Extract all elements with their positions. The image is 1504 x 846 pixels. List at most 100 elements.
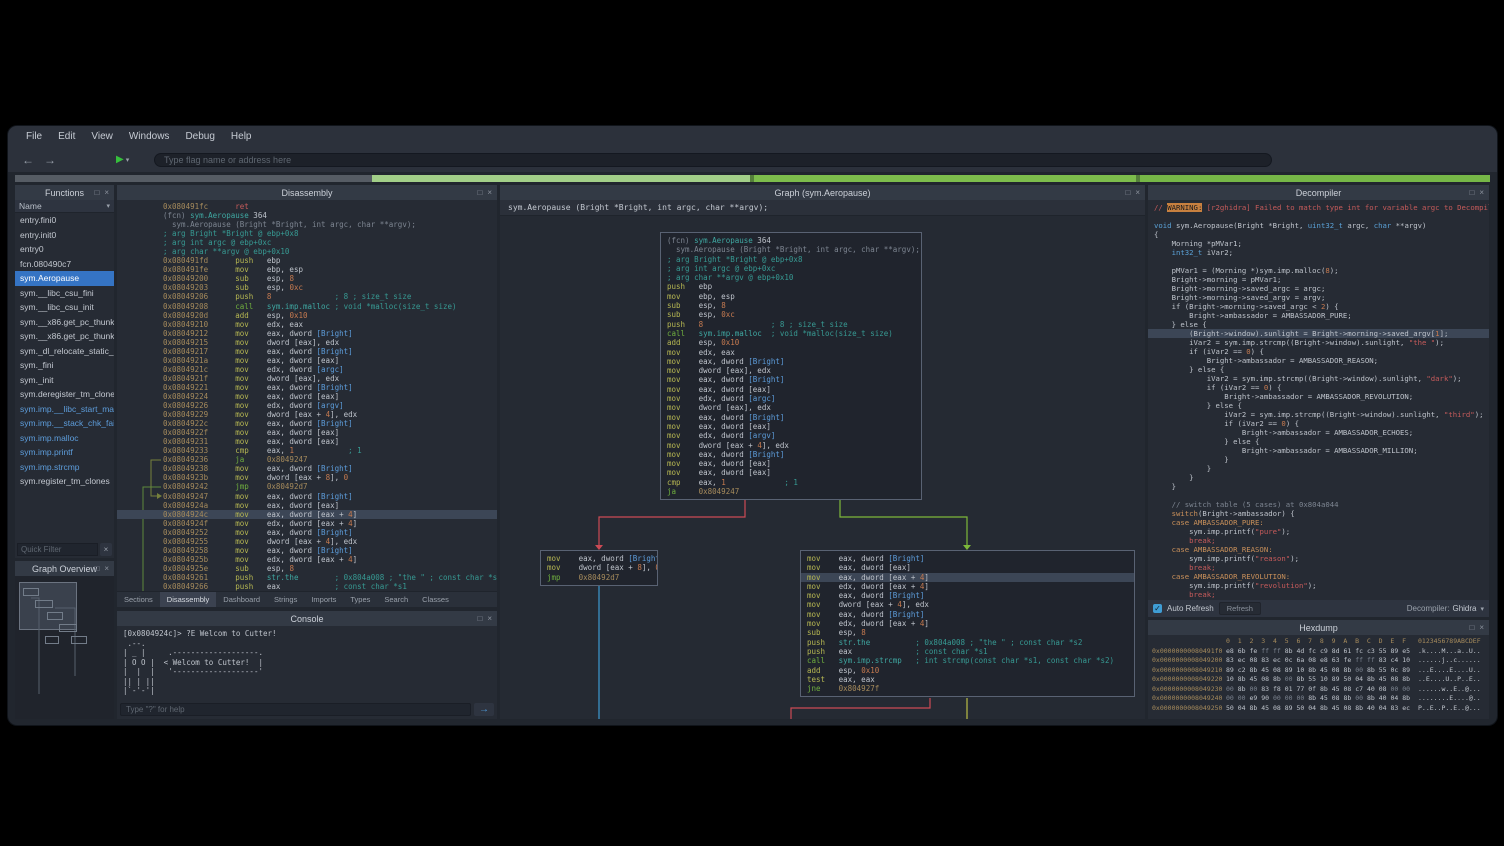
code-line[interactable]: 0x08049221 mov eax, dword [Bright]: [163, 383, 497, 392]
code-line[interactable]: int32_t iVar2;: [1154, 248, 1489, 257]
code-line[interactable]: [1154, 212, 1489, 221]
popout-icon[interactable]: □: [1125, 188, 1130, 197]
code-line[interactable]: {: [1154, 230, 1489, 239]
code-line[interactable]: mov edx, dword [eax + 4]: [807, 582, 1128, 591]
hex-row[interactable]: 0x000000000804924000 00 e9 90 00 00 00 8…: [1152, 694, 1485, 704]
code-line[interactable]: mov eax, dword [Bright]: [807, 610, 1128, 619]
code-line[interactable]: sub esp, 8: [667, 301, 915, 310]
close-icon[interactable]: ×: [1479, 188, 1484, 197]
code-line[interactable]: } else {: [1154, 437, 1489, 446]
code-line[interactable]: 0x0804921f mov dword [eax], edx: [163, 374, 497, 383]
code-line[interactable]: 0x08049258 mov eax, dword [Bright]: [163, 546, 497, 555]
code-line[interactable]: Bright->ambassador = AMBASSADOR_ECHOES;: [1154, 428, 1489, 437]
code-line[interactable]: } else {: [1154, 365, 1489, 374]
code-line[interactable]: Bright->ambassador = AMBASSADOR_PURE;: [1154, 311, 1489, 320]
code-line[interactable]: mov eax, dword [Bright]: [807, 591, 1128, 600]
code-line[interactable]: 0x08049208 call sym.imp.malloc ; void *m…: [163, 302, 497, 311]
code-line[interactable]: if (iVar2 == 0) {: [1154, 419, 1489, 428]
address-search-input[interactable]: [154, 153, 1272, 167]
tab-strings[interactable]: Strings: [267, 592, 304, 607]
hex-row[interactable]: 0x000000000804923000 8b 00 83 f8 01 77 0…: [1152, 685, 1485, 695]
function-item[interactable]: sym.imp.printf: [15, 445, 114, 460]
code-line[interactable]: // switch table (5 cases) at 0x804a044: [1154, 500, 1489, 509]
menu-file[interactable]: File: [18, 131, 50, 142]
code-line[interactable]: 0x08049236 ja 0x8049247: [163, 455, 497, 464]
code-line[interactable]: } else {: [1154, 320, 1489, 329]
code-line[interactable]: 0x08049210 mov edx, eax: [163, 320, 497, 329]
code-line[interactable]: } else {: [1154, 401, 1489, 410]
code-line[interactable]: mov eax, dword [eax]: [667, 385, 915, 394]
code-line[interactable]: 0x08049247 mov eax, dword [Bright]: [163, 492, 497, 501]
code-line[interactable]: if (iVar2 == 0) {: [1154, 383, 1489, 392]
code-line[interactable]: void sym.Aeropause(Bright *Bright, uint3…: [1154, 221, 1489, 230]
code-line[interactable]: 0x08049212 mov eax, dword [Bright]: [163, 329, 497, 338]
code-line[interactable]: mov dword [eax], edx: [667, 366, 915, 375]
code-line[interactable]: mov eax, dword [eax]: [667, 459, 915, 468]
code-line[interactable]: .--.: [123, 639, 491, 649]
code-line[interactable]: 0x080491fd push ebp: [163, 256, 497, 265]
hex-row[interactable]: 0x000000000804920083 ec 08 83 ec 0c 6a 0…: [1152, 656, 1485, 666]
code-line[interactable]: ; arg int argc @ ebp+0xc: [163, 238, 497, 247]
code-line[interactable]: || | ||: [123, 677, 491, 687]
tab-disassembly[interactable]: Disassembly: [160, 592, 217, 607]
code-line[interactable]: 0x08049238 mov eax, dword [Bright]: [163, 464, 497, 473]
menu-view[interactable]: View: [83, 131, 121, 142]
code-line[interactable]: sym.imp.printf("revolution");: [1154, 581, 1489, 590]
code-line[interactable]: test eax, eax: [807, 675, 1128, 684]
back-button[interactable]: ←: [20, 153, 36, 167]
code-line[interactable]: add esp, 0x10: [667, 338, 915, 347]
code-line[interactable]: jne 0x804927f: [807, 684, 1128, 693]
code-line[interactable]: break;: [1154, 563, 1489, 572]
tab-imports[interactable]: Imports: [304, 592, 343, 607]
decompiler-select[interactable]: Ghidra ▾: [1452, 604, 1484, 613]
code-line[interactable]: call sym.imp.strcmp ; int strcmp(const c…: [807, 656, 1128, 665]
code-line[interactable]: add esp, 0x10: [807, 666, 1128, 675]
code-line[interactable]: [0x0804924c]> ?E Welcom to Cutter!: [123, 629, 491, 639]
popout-icon[interactable]: □: [477, 614, 482, 623]
decompiled-source[interactable]: // WARNING: [r2ghidra] Failed to match t…: [1148, 200, 1489, 600]
code-line[interactable]: |`-'-'|: [123, 686, 491, 696]
function-item[interactable]: sym.__libc_csu_fini: [15, 286, 114, 301]
code-line[interactable]: case AMBASSADOR_REVOLUTION:: [1154, 572, 1489, 581]
tab-search[interactable]: Search: [377, 592, 415, 607]
code-line[interactable]: (Bright->window).sunlight = Bright->morn…: [1148, 329, 1489, 338]
code-line[interactable]: ; arg char **argv @ ebp+0x10: [163, 247, 497, 256]
code-line[interactable]: 0x08049233 cmp eax, 1 ; 1: [163, 446, 497, 455]
function-item[interactable]: sym.__x86.get_pc_thunk.bx: [15, 329, 114, 344]
menu-edit[interactable]: Edit: [50, 131, 83, 142]
code-line[interactable]: if (Bright->morning->saved_argc < 2) {: [1154, 302, 1489, 311]
debug-start-button[interactable]: ▶ ▾: [116, 154, 142, 165]
function-item[interactable]: sym.deregister_tm_clones: [15, 387, 114, 402]
tab-classes[interactable]: Classes: [415, 592, 456, 607]
code-line[interactable]: ; arg Bright *Bright @ ebp+0x8: [667, 255, 915, 264]
code-line[interactable]: iVar2 = sym.imp.strcmp((Bright->window).…: [1154, 410, 1489, 419]
function-item[interactable]: entry0: [15, 242, 114, 257]
tab-types[interactable]: Types: [343, 592, 377, 607]
close-icon[interactable]: ×: [1135, 188, 1140, 197]
code-line[interactable]: [1154, 491, 1489, 500]
code-line[interactable]: Bright->morning->saved_argc = argc;: [1154, 284, 1489, 293]
code-line[interactable]: mov eax, dword [Bright]: [667, 450, 915, 459]
code-line[interactable]: 0x08049215 mov dword [eax], edx: [163, 338, 497, 347]
hexdump-view[interactable]: 0 1 2 3 4 5 6 7 8 9 A B C D E F 01234567…: [1148, 635, 1489, 719]
refresh-button[interactable]: Refresh: [1219, 602, 1261, 615]
code-line[interactable]: [1154, 257, 1489, 266]
disassembly-view[interactable]: 0x080491fc ret(fcn) sym.Aeropause 364 sy…: [117, 200, 497, 591]
function-item[interactable]: sym._dl_relocate_static_pie: [15, 344, 114, 359]
code-line[interactable]: Morning *pMVar1;: [1154, 239, 1489, 248]
code-line[interactable]: mov dword [eax], edx: [667, 403, 915, 412]
code-line[interactable]: mov eax, dword [eax]: [667, 468, 915, 477]
code-line[interactable]: mov eax, dword [eax]: [807, 563, 1128, 572]
function-item[interactable]: entry.fini0: [15, 213, 114, 228]
graph-node-entry[interactable]: (fcn) sym.Aeropause 364 sym.Aeropause (B…: [660, 232, 922, 500]
code-line[interactable]: call sym.imp.malloc ; void *malloc(size_…: [667, 329, 915, 338]
function-item[interactable]: sym.__x86.get_pc_thunk.bp: [15, 315, 114, 330]
menu-debug[interactable]: Debug: [177, 131, 222, 142]
code-line[interactable]: mov eax, dword [Bright]: [667, 375, 915, 384]
code-line[interactable]: cmp eax, 1 ; 1: [667, 478, 915, 487]
function-item[interactable]: sym.imp.__stack_chk_fail: [15, 416, 114, 431]
close-icon[interactable]: ×: [104, 564, 109, 573]
code-line[interactable]: mov eax, dword [eax]: [667, 422, 915, 431]
code-line[interactable]: 0x08049203 sub esp, 0xc: [163, 283, 497, 292]
code-line[interactable]: ; arg char **argv @ ebp+0x10: [667, 273, 915, 282]
